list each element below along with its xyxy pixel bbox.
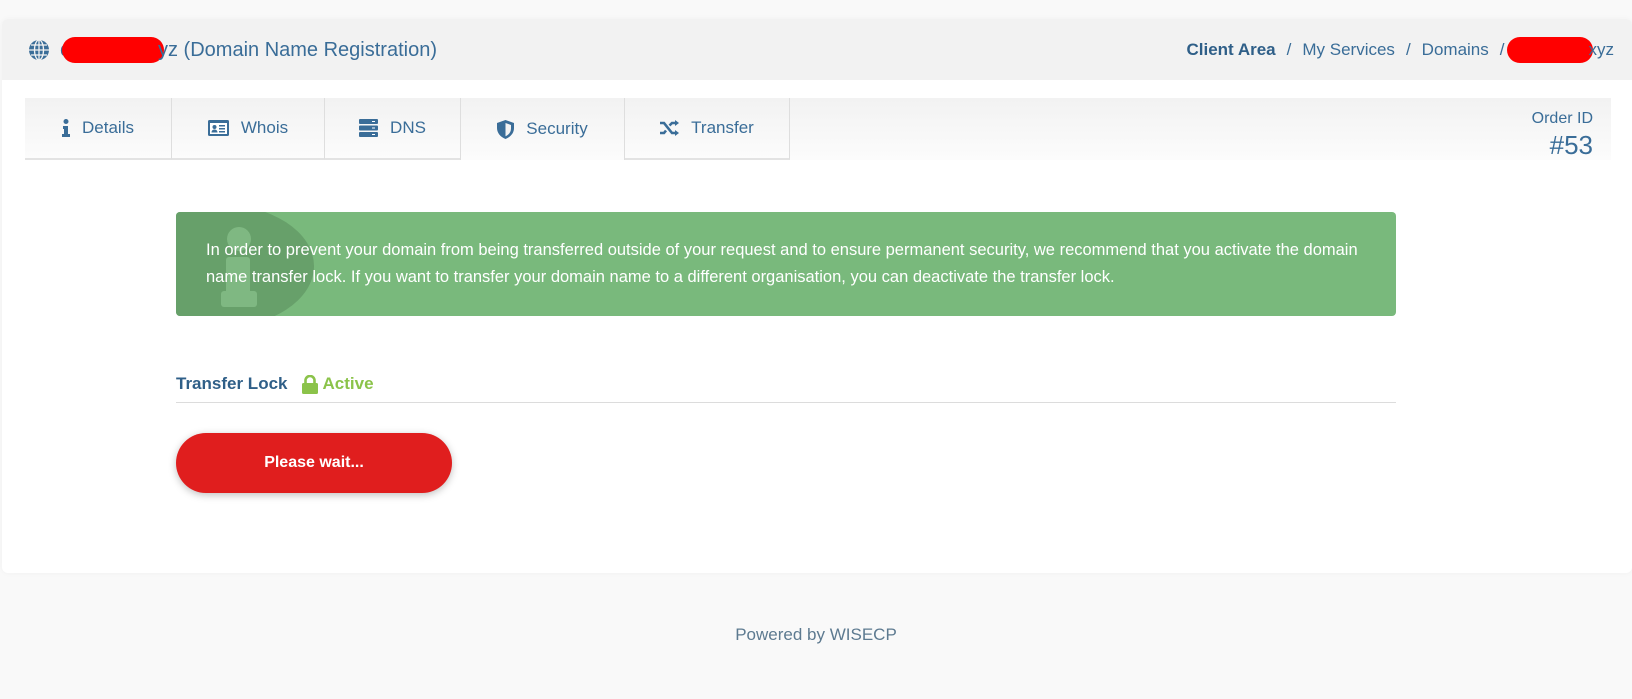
breadcrumb-separator: / bbox=[1499, 40, 1505, 59]
divider bbox=[176, 402, 1396, 403]
tab-whois[interactable]: Whois bbox=[172, 98, 325, 160]
info-alert: In order to prevent your domain from bei… bbox=[176, 212, 1396, 316]
lock-icon bbox=[301, 374, 318, 394]
tabs-bar: Details Whois DNS Security Transfer Orde… bbox=[25, 98, 1611, 160]
title-suffix: yz (Domain Name Registration) bbox=[158, 38, 437, 61]
breadcrumb: Client Area / My Services / Domains / xy… bbox=[1187, 37, 1615, 63]
breadcrumb-domains[interactable]: Domains bbox=[1422, 40, 1489, 60]
globe-icon bbox=[29, 39, 49, 61]
tab-label: Details bbox=[82, 118, 134, 137]
transfer-lock-status-text: Active bbox=[322, 374, 374, 393]
main-panel: c yz (Domain Name Registration) Client A… bbox=[2, 19, 1632, 573]
shield-icon bbox=[497, 119, 515, 139]
transfer-lock-status: Active bbox=[301, 374, 374, 394]
tab-label: DNS bbox=[390, 118, 426, 137]
order-id-label: Order ID bbox=[1531, 110, 1593, 127]
tab-transfer[interactable]: Transfer bbox=[625, 98, 790, 160]
breadcrumb-current: xyz bbox=[1588, 40, 1615, 59]
redacted-domain bbox=[62, 37, 164, 63]
page-title: c yz (Domain Name Registration) bbox=[28, 37, 437, 63]
shuffle-icon bbox=[660, 120, 680, 136]
tab-label: Transfer bbox=[691, 118, 754, 137]
tab-label: Security bbox=[526, 119, 588, 138]
please-wait-button[interactable]: Please wait... bbox=[176, 433, 452, 493]
info-icon bbox=[62, 119, 71, 137]
tab-label: Whois bbox=[240, 118, 289, 137]
transfer-lock-row: Transfer Lock Active bbox=[176, 369, 374, 399]
footer-powered-by[interactable]: Powered by WISECP bbox=[0, 625, 1632, 645]
alert-text: In order to prevent your domain from bei… bbox=[206, 241, 1358, 286]
breadcrumb-client-area[interactable]: Client Area bbox=[1187, 40, 1276, 60]
id-card-icon bbox=[207, 120, 229, 136]
breadcrumb-separator: / bbox=[1405, 40, 1411, 59]
breadcrumb-separator: / bbox=[1286, 40, 1292, 59]
tab-security[interactable]: Security bbox=[460, 98, 625, 160]
tab-dns[interactable]: DNS bbox=[325, 98, 461, 160]
tab-details[interactable]: Details bbox=[25, 98, 172, 160]
order-id: Order ID #53 bbox=[1532, 110, 1593, 161]
breadcrumb-my-services[interactable]: My Services bbox=[1302, 40, 1395, 60]
transfer-lock-label: Transfer Lock bbox=[176, 374, 288, 393]
server-icon bbox=[359, 119, 379, 137]
order-id-value: #53 bbox=[1549, 130, 1593, 160]
redacted-domain bbox=[1506, 37, 1593, 63]
page-header: c yz (Domain Name Registration) Client A… bbox=[2, 19, 1632, 80]
